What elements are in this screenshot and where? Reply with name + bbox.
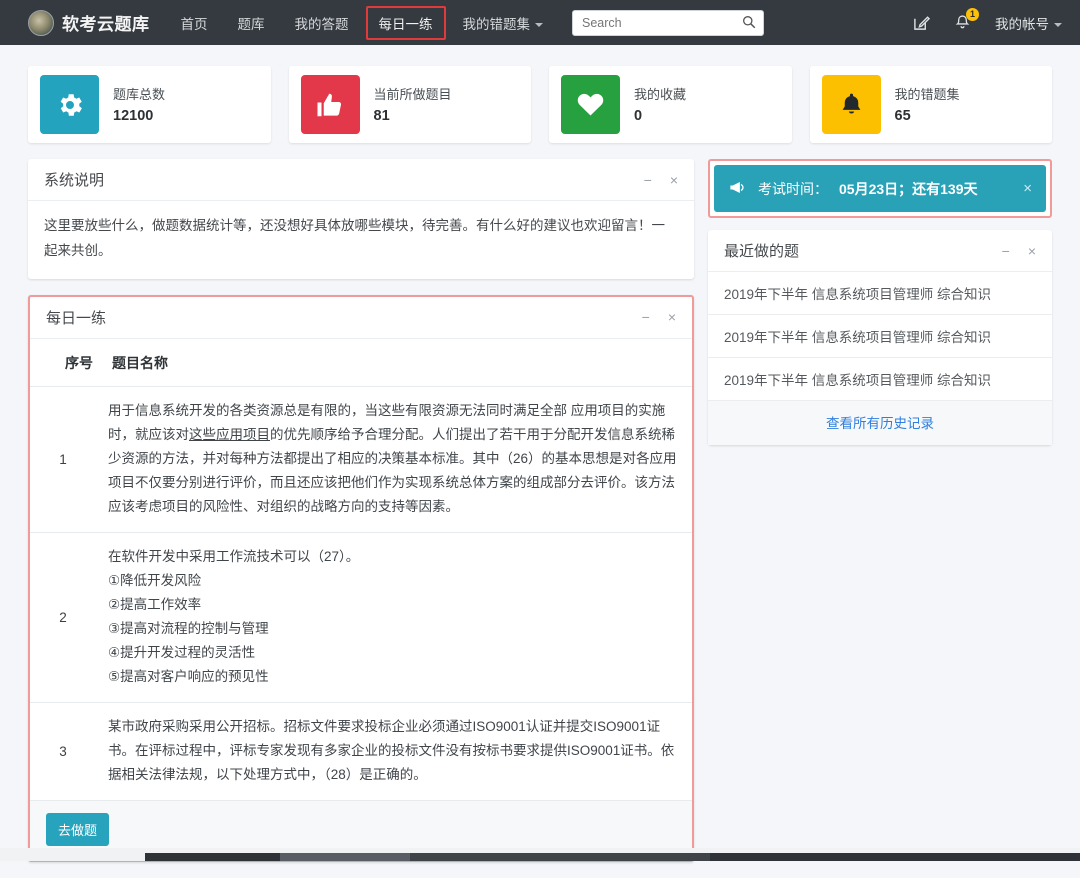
os-taskbar — [0, 848, 1080, 861]
system-note-body: 这里要放些什么，做题数据统计等，还没想好具体放哪些模块，待完善。有什么好的建议也… — [44, 218, 665, 258]
row-number: 1 — [59, 451, 67, 467]
account-label: 我的帐号 — [995, 16, 1049, 32]
stat-label: 我的收藏 — [634, 87, 687, 103]
chevron-down-icon — [535, 22, 543, 27]
row-question-text: 用于信息系统开发的各类资源总是有限的，当这些有限资源无法同时满足全部 应用项目的… — [96, 387, 692, 532]
table-row[interactable]: 3 某市政府采购采用公开招标。招标文件要求投标企业必须通过ISO9001认证并提… — [30, 703, 692, 802]
taskbar-item-1[interactable] — [280, 853, 410, 861]
recent-questions-panel: 最近做的题 − × 2019年下半年 信息系统项目管理师 综合知识 2019年下… — [708, 230, 1052, 445]
minimize-icon[interactable]: − — [642, 310, 650, 324]
system-note-title: 系统说明 — [44, 172, 105, 189]
panel-tools: − × — [642, 310, 676, 324]
account-menu[interactable]: 我的帐号 — [995, 13, 1062, 33]
minimize-icon[interactable]: − — [1002, 244, 1010, 258]
stat-card-mistakes[interactable]: 我的错题集 65 — [809, 66, 1052, 143]
nav-item-question-bank[interactable]: 题库 — [225, 6, 278, 40]
recent-questions-header: 最近做的题 − × — [708, 230, 1052, 272]
nav-item-my-mistakes-label: 我的错题集 — [462, 16, 531, 32]
search-box[interactable] — [572, 9, 764, 36]
daily-practice-title: 每日一练 — [46, 309, 107, 327]
close-icon[interactable]: × — [1028, 244, 1036, 258]
stat-label: 我的错题集 — [894, 87, 960, 103]
nav-item-my-mistakes[interactable]: 我的错题集 — [450, 6, 557, 40]
column-header-no: 序号 — [65, 354, 93, 371]
megaphone-icon — [728, 178, 747, 200]
question-text-underlined: 这些应用项目 — [189, 426, 270, 442]
system-note-header: 系统说明 − × — [28, 159, 694, 201]
compose-icon[interactable] — [913, 14, 930, 31]
bell-icon — [821, 75, 881, 134]
table-row[interactable]: 2 在软件开发中采用工作流技术可以（27）。 ①降低开发风险 ②提高工作效率 ③… — [30, 533, 692, 704]
heart-icon — [561, 75, 620, 134]
top-navbar: 软考云题库 首页 题库 我的答题 每日一练 我的错题集 1 — [0, 0, 1080, 45]
view-all-history-link[interactable]: 查看所有历史记录 — [826, 416, 934, 431]
right-column: 考试时间： 05月23日；还有139天 × 最近做的题 − × 2019年下半年 … — [708, 159, 1052, 461]
stat-value: 12100 — [113, 107, 154, 124]
system-note-panel: 系统说明 − × 这里要放些什么，做题数据统计等，还没想好具体放哪些模块，待完善… — [28, 159, 694, 279]
daily-practice-header: 每日一练 − × — [30, 297, 692, 339]
daily-practice-table-header: 序号 题目名称 — [30, 339, 692, 387]
brand-title: 软考云题库 — [62, 15, 150, 34]
stat-label: 当前所做题目 — [373, 87, 452, 103]
chevron-down-icon — [1054, 22, 1062, 27]
recent-questions-title: 最近做的题 — [724, 243, 800, 260]
stat-card-answered[interactable]: 当前所做题目 81 — [288, 66, 531, 143]
thumbs-up-icon — [300, 75, 360, 134]
panel-tools: − × — [1002, 244, 1036, 258]
exam-time-alert: 考试时间： 05月23日；还有139天 × — [714, 165, 1046, 212]
taskbar-item-2[interactable] — [410, 853, 710, 861]
list-item[interactable]: 2019年下半年 信息系统项目管理师 综合知识 — [708, 315, 1052, 358]
close-icon[interactable]: × — [668, 310, 676, 324]
brand-logo-icon — [28, 9, 54, 36]
close-icon[interactable]: × — [1023, 180, 1032, 197]
stat-label: 题库总数 — [113, 87, 166, 103]
left-column: 系统说明 − × 这里要放些什么，做题数据统计等，还没想好具体放哪些模块，待完善… — [28, 159, 694, 878]
gear-icon — [40, 75, 99, 134]
panel-tools: − × — [644, 173, 678, 187]
main-columns: 系统说明 − × 这里要放些什么，做题数据统计等，还没想好具体放哪些模块，待完善… — [28, 159, 1052, 878]
bell-icon[interactable]: 1 — [954, 8, 979, 31]
nav-item-my-answers[interactable]: 我的答题 — [282, 6, 362, 40]
nav-links: 首页 题库 我的答题 每日一练 我的错题集 — [168, 5, 557, 40]
row-number: 3 — [59, 744, 67, 760]
brand[interactable]: 软考云题库 — [28, 9, 150, 36]
column-header-title: 题目名称 — [112, 354, 168, 371]
exam-alert-label: 考试时间： — [758, 180, 828, 197]
row-question-text: 在软件开发中采用工作流技术可以（27）。 ①降低开发风险 ②提高工作效率 ③提高… — [108, 549, 360, 685]
stat-card-favorites[interactable]: 我的收藏 0 — [549, 66, 792, 143]
go-practice-button[interactable]: 去做题 — [46, 813, 110, 847]
exam-alert-date: 05月23日；还有139天 — [839, 180, 978, 197]
close-icon[interactable]: × — [670, 173, 678, 187]
nav-item-daily-practice[interactable]: 每日一练 — [365, 5, 446, 40]
daily-practice-panel: 每日一练 − × 序号 题目名称 1 用于信息系统开发的各类资源总是有限的，当这… — [28, 294, 694, 863]
navbar-right: 1 我的帐号 — [913, 8, 1062, 33]
list-item[interactable]: 2019年下半年 信息系统项目管理师 综合知识 — [708, 272, 1052, 315]
table-row[interactable]: 1 用于信息系统开发的各类资源总是有限的，当这些有限资源无法同时满足全部 应用项… — [30, 387, 692, 534]
stat-value: 81 — [373, 107, 390, 124]
exam-alert-wrapper: 考试时间： 05月23日；还有139天 × — [708, 159, 1052, 218]
nav-item-home[interactable]: 首页 — [168, 6, 221, 40]
recent-more-row: 查看所有历史记录 — [708, 401, 1052, 445]
stat-cards: 题库总数 12100 当前所做题目 81 我的收藏 0 我的错题集 65 — [28, 66, 1052, 143]
page-content: 题库总数 12100 当前所做题目 81 我的收藏 0 我的错题集 65 系统说… — [0, 45, 1080, 878]
stat-value: 65 — [894, 107, 911, 124]
row-number: 2 — [59, 610, 67, 626]
minimize-icon[interactable]: − — [644, 173, 652, 187]
search-input[interactable] — [572, 9, 764, 36]
stat-card-total-questions[interactable]: 题库总数 12100 — [28, 66, 271, 143]
row-question-text: 某市政府采购采用公开招标。招标文件要求投标企业必须通过ISO9001认证并提交I… — [108, 719, 675, 783]
list-item[interactable]: 2019年下半年 信息系统项目管理师 综合知识 — [708, 358, 1052, 401]
notification-badge: 1 — [966, 8, 979, 21]
stat-value: 0 — [634, 107, 643, 124]
